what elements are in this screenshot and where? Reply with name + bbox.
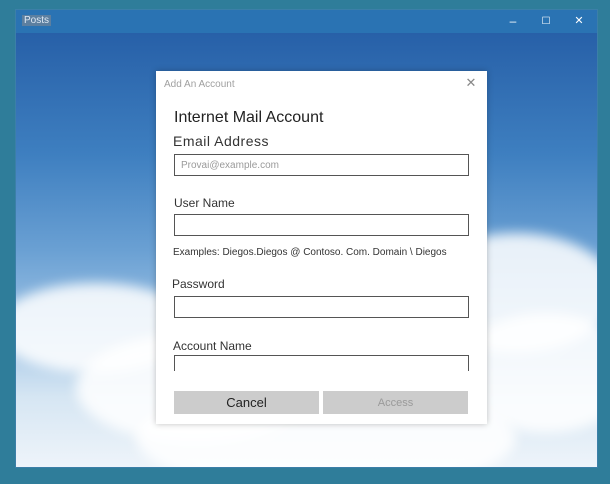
email-label: Email Address: [173, 133, 269, 149]
close-icon[interactable]: ✕: [463, 75, 479, 91]
dialog-title: Add An Account: [164, 79, 235, 90]
app-window: Posts – ☐ ✕ Add An Account ✕ Internet Ma…: [15, 9, 598, 468]
maximize-button[interactable]: ☐: [530, 10, 562, 33]
password-label: Password: [172, 277, 225, 291]
username-hint: Examples: Diegos.Diegos @ Contoso. Com. …: [173, 247, 447, 258]
password-field[interactable]: [174, 296, 469, 318]
cancel-button[interactable]: Cancel: [174, 391, 319, 414]
title-bar[interactable]: Posts – ☐ ✕: [16, 10, 597, 33]
close-window-button[interactable]: ✕: [563, 10, 595, 33]
window-title: Posts: [22, 15, 52, 26]
access-button[interactable]: Access: [323, 391, 468, 414]
account-name-label: Account Name: [173, 339, 252, 353]
minimize-button[interactable]: –: [497, 10, 529, 33]
dialog-heading: Internet Mail Account: [174, 109, 324, 126]
username-field[interactable]: [174, 214, 469, 236]
add-account-dialog: Add An Account ✕ Internet Mail Account E…: [156, 71, 487, 424]
account-name-field[interactable]: [174, 355, 469, 371]
email-field[interactable]: [174, 154, 469, 176]
username-label: User Name: [174, 196, 235, 210]
